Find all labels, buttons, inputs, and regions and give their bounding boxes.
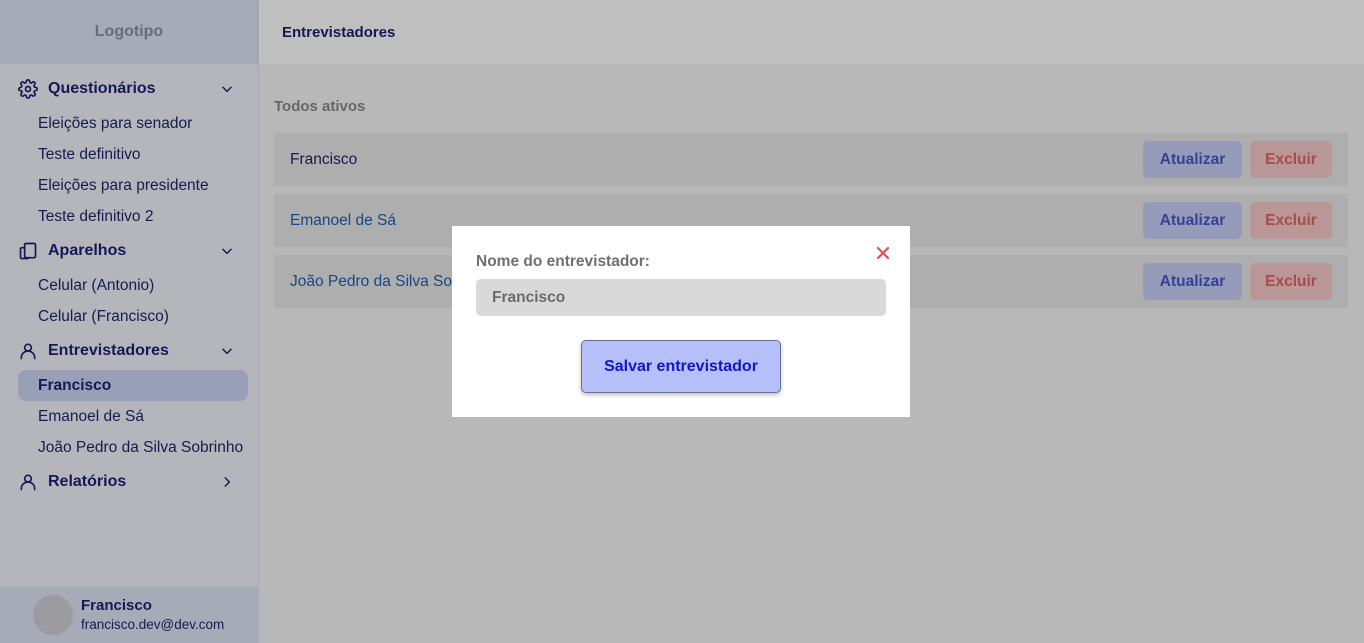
interviewer-name-input[interactable]	[476, 279, 886, 316]
save-interviewer-button[interactable]: Salvar entrevistador	[581, 340, 781, 393]
close-icon[interactable]	[874, 244, 892, 262]
edit-interviewer-modal: Nome do entrevistador: Salvar entrevista…	[452, 226, 910, 417]
interviewer-name-label: Nome do entrevistador:	[476, 253, 650, 270]
